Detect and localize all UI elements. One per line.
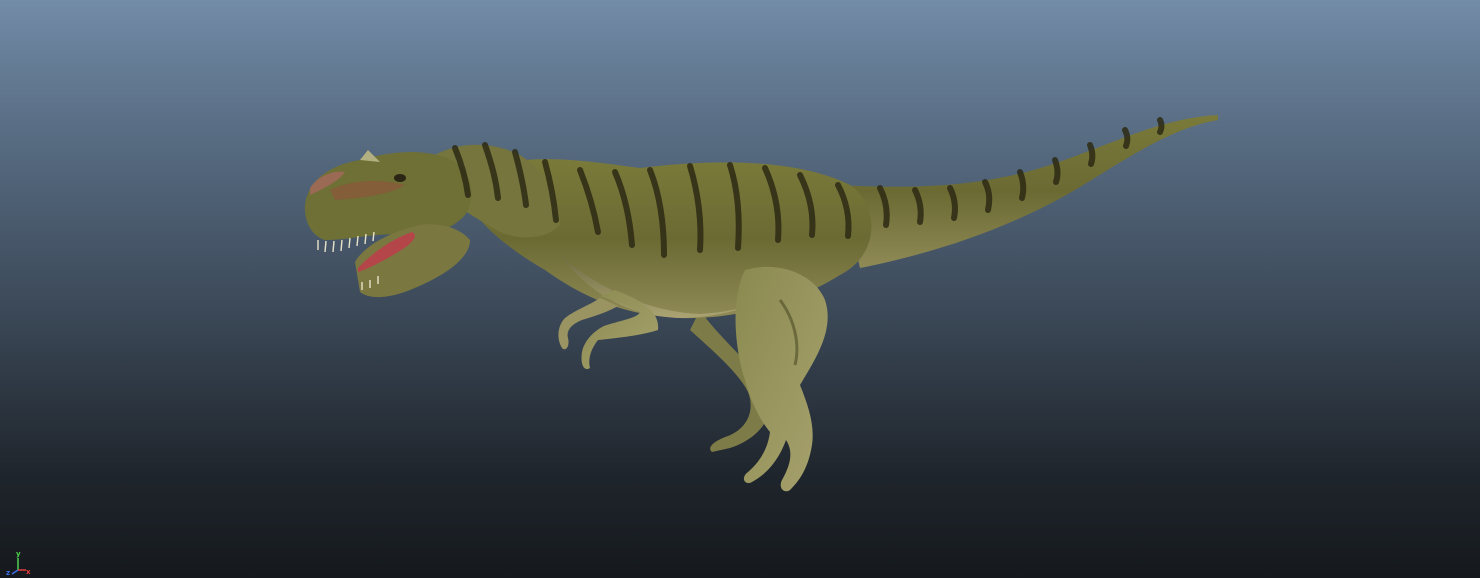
- eye: [394, 174, 406, 182]
- axis-gizmo: y x z: [6, 550, 31, 576]
- y-axis-label: y: [16, 550, 21, 558]
- tail: [840, 115, 1218, 268]
- x-axis-label: x: [26, 568, 31, 576]
- z-axis-label: z: [6, 569, 10, 576]
- 3d-viewport[interactable]: y x z: [0, 0, 1480, 578]
- z-axis-line: [11, 569, 19, 575]
- dinosaur-model[interactable]: [0, 0, 1480, 578]
